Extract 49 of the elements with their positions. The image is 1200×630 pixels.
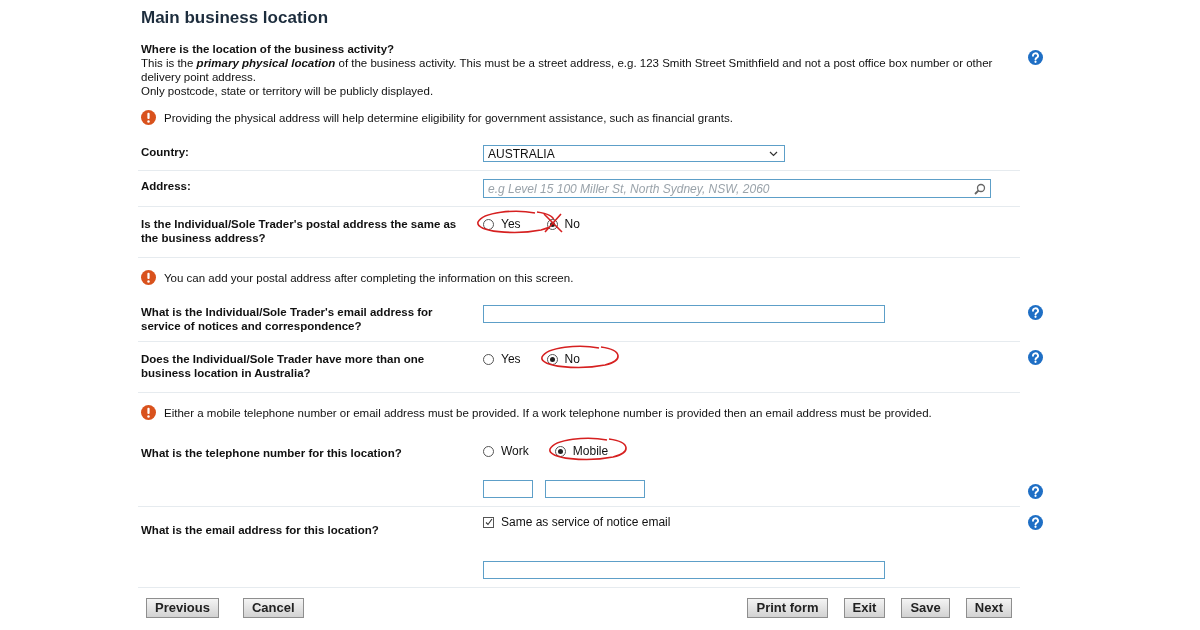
checkbox-label: Same as service of notice email (501, 515, 671, 529)
radio-button[interactable] (483, 445, 494, 457)
action-button[interactable]: Next (965, 598, 1012, 618)
radio-button[interactable] (546, 353, 558, 365)
help-icon[interactable] (1027, 515, 1043, 530)
warning-icon (141, 110, 156, 125)
option-label: No (564, 217, 580, 231)
question-heading: Where is the location of the business activity? (141, 42, 396, 56)
option-label: Yes (501, 352, 521, 366)
notice-text: Either a mobile telephone number or email address must be provided. If a work telephone number is provided then an email address must be provided. (164, 406, 932, 419)
nav-button[interactable]: Cancel (242, 598, 304, 618)
notice-text: You can add your postal address after completing the information on this screen. (164, 271, 574, 284)
page-title: Main business location (141, 8, 330, 28)
field-label: Address: (141, 180, 191, 192)
address-search-field[interactable]: e.g Level 15 100 Miller St, North Sydney, NSW, 2060 (483, 179, 991, 198)
radio-button[interactable] (483, 353, 494, 365)
action-button[interactable]: Exit (843, 598, 886, 618)
option-label: Yes (501, 217, 521, 231)
help-icon[interactable] (1027, 50, 1043, 65)
help-icon[interactable] (1027, 350, 1043, 365)
field-label: Country: (141, 146, 189, 158)
warning-icon (141, 270, 156, 285)
checkbox[interactable] (483, 516, 494, 528)
field-label: Does the Individual/Sole Trader have more than one business location in Australia? (141, 353, 425, 379)
action-button[interactable]: Save (901, 598, 950, 618)
action-button[interactable]: Print form (747, 598, 828, 618)
area-code-field[interactable] (483, 480, 533, 498)
help-icon[interactable] (1027, 484, 1043, 499)
country-select[interactable]: AUSTRALIA (483, 145, 785, 162)
help-icon[interactable] (1027, 305, 1043, 320)
nav-button[interactable]: Previous (146, 598, 219, 618)
field-label: What is the Individual/Sole Trader's email address for service of notices and correspondence? (141, 306, 433, 332)
phone-number-field[interactable] (545, 480, 645, 498)
field-label: What is the telephone number for this location? (141, 447, 402, 459)
option-label: Mobile (572, 444, 609, 458)
search-icon (974, 182, 986, 195)
chevron-down-icon (769, 150, 778, 157)
option-label: Work (501, 444, 529, 458)
description-text: Only postcode, state or territory will be publicly displayed. (141, 84, 435, 98)
radio-button[interactable] (554, 445, 566, 457)
field-label: What is the email address for this location? (141, 524, 379, 536)
description-text: This is the primary physical location of the business activity. This must be a street address, e.g. 123 Smith Street Smithfield and not a post office box number or other delivery point address. (141, 56, 994, 84)
warning-icon (141, 405, 156, 420)
radio-button[interactable] (483, 218, 494, 230)
email-field[interactable] (483, 561, 885, 579)
option-label: No (564, 352, 580, 366)
notice-text: Providing the physical address will help determine eligibility for government assistance, such as financial grants. (164, 111, 733, 124)
email-field[interactable] (483, 305, 885, 323)
field-label: Is the Individual/Sole Trader's postal address the same as the business address? (141, 218, 457, 244)
